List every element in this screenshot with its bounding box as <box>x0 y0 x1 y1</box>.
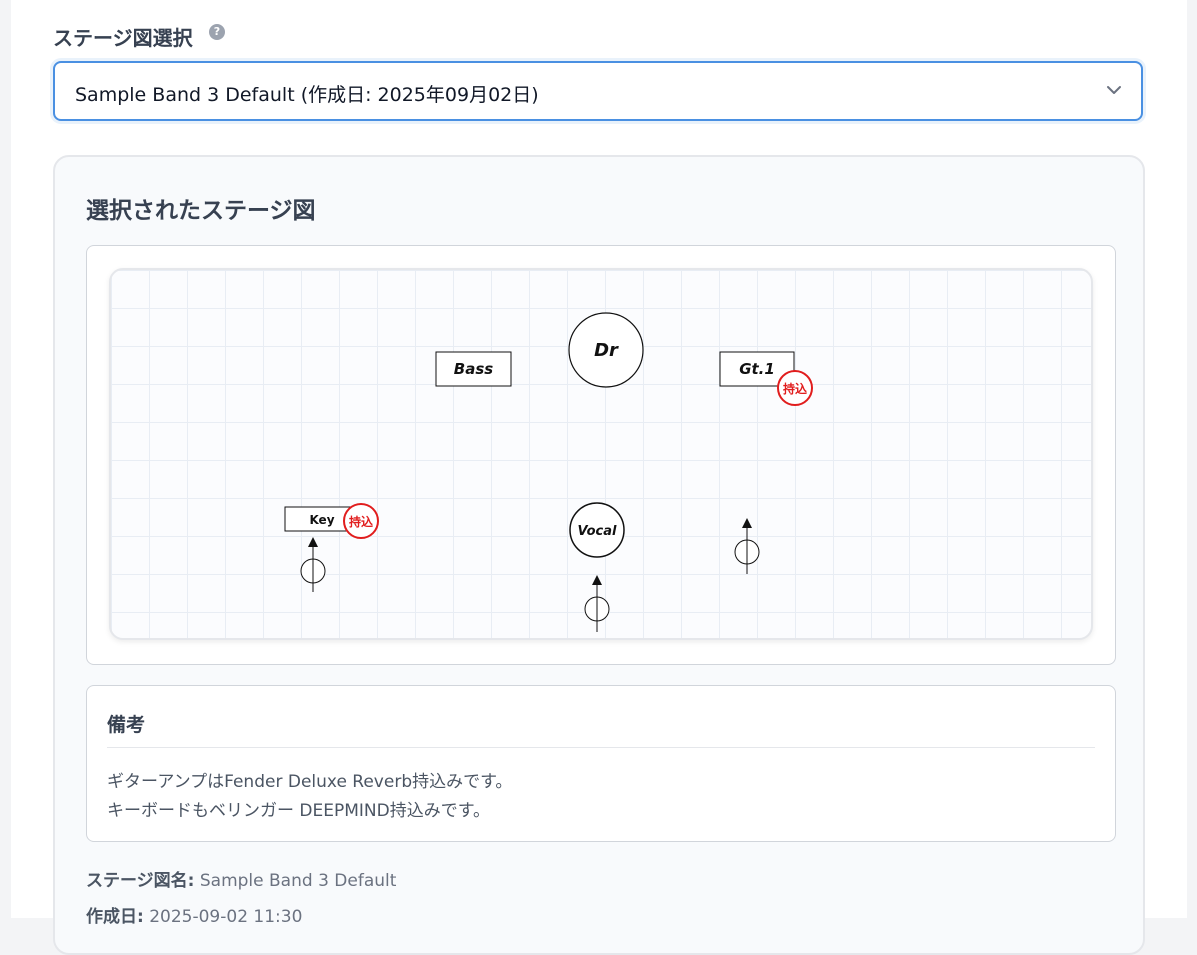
meta-created-date-label: 作成日: <box>86 907 144 927</box>
stage-item-label: Bass <box>454 360 493 378</box>
stage-select-value: Sample Band 3 Default (作成日: 2025年09月02日) <box>75 84 539 106</box>
stage-item-vocal[interactable]: Vocal <box>569 502 625 558</box>
stage-item-guitar1[interactable]: Gt.1 持込 <box>719 351 813 406</box>
meta-stage-name-value: Sample Band 3 Default <box>199 871 397 891</box>
stage-canvas: Bass Dr Gt.1 持込 Key 持込 Vocal <box>109 268 1093 640</box>
stage-item-drums[interactable]: Dr <box>568 312 644 388</box>
bring-in-badge: 持込 <box>777 370 813 406</box>
meta-stage-name-label: ステージ図名: <box>86 871 195 891</box>
panel-title: 選択されたステージ図 <box>86 198 316 224</box>
meta-created-date-value: 2025-09-02 11:30 <box>149 907 303 927</box>
badge-label: 持込 <box>783 381 807 396</box>
microphone-icon[interactable] <box>584 575 610 632</box>
stage-diagram-frame: Bass Dr Gt.1 持込 Key 持込 Vocal <box>86 245 1116 665</box>
microphone-icon[interactable] <box>300 537 326 592</box>
meta-created-date: 作成日: 2025-09-02 11:30 <box>86 902 302 927</box>
stage-item-label: Key <box>309 513 334 527</box>
stage-select-dropdown[interactable]: Sample Band 3 Default (作成日: 2025年09月02日) <box>53 61 1143 121</box>
meta-stage-name: ステージ図名: Sample Band 3 Default <box>86 866 396 891</box>
page: ステージ図選択 ? Sample Band 3 Default (作成日: 20… <box>11 0 1187 955</box>
stage-select-label: ステージ図選択 <box>53 26 193 50</box>
notes-line: ギターアンプはFender Deluxe Reverb持込みです。 <box>107 772 513 792</box>
notes-title: 備考 <box>107 714 146 736</box>
notes-card: 備考 ギターアンプはFender Deluxe Reverb持込みです。 キーボ… <box>86 685 1116 842</box>
selected-stage-panel: 選択されたステージ図 Bass Dr Gt.1 持込 Key 持込 Vocal … <box>53 155 1145 955</box>
notes-line: キーボードもベリンガー DEEPMIND持込みです。 <box>107 801 491 821</box>
microphone-icon[interactable] <box>734 518 760 574</box>
stage-item-label: Gt.1 <box>739 360 775 378</box>
stage-item-label: Vocal <box>578 524 618 539</box>
bring-in-badge: 持込 <box>343 503 379 539</box>
notes-divider <box>107 747 1095 748</box>
chevron-down-icon <box>1107 86 1121 94</box>
question-circle-icon[interactable]: ? <box>209 24 225 40</box>
stage-item-bass[interactable]: Bass <box>435 351 512 387</box>
stage-diagram: Bass Dr Gt.1 持込 Key 持込 Vocal <box>284 312 813 632</box>
badge-label: 持込 <box>349 514 373 529</box>
stage-item-label: Dr <box>594 340 619 361</box>
stage-item-keyboard[interactable]: Key 持込 <box>284 503 379 539</box>
